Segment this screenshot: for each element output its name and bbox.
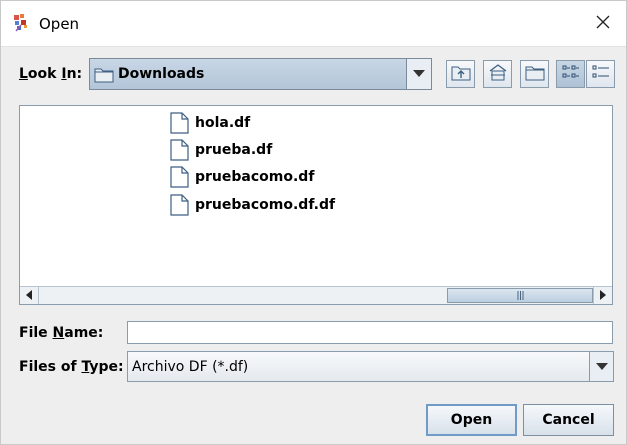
file-name: hola.df xyxy=(195,115,251,131)
look-in-combo[interactable]: Downloads xyxy=(89,58,432,90)
home-icon xyxy=(488,63,508,85)
scroll-left-button[interactable] xyxy=(20,287,39,304)
file-icon xyxy=(170,112,189,134)
new-folder-icon xyxy=(525,64,545,85)
scroll-right-button[interactable] xyxy=(593,287,612,304)
list-view-button[interactable] xyxy=(556,60,585,88)
file-name: pruebacomo.df xyxy=(195,169,315,185)
file-icon xyxy=(170,139,189,161)
close-button[interactable] xyxy=(580,1,626,46)
open-dialog: Open Look In: Downloads hola.df prueba.d… xyxy=(0,0,627,445)
files-of-type-dropdown-button[interactable] xyxy=(589,352,613,381)
chevron-down-icon xyxy=(413,66,425,82)
list-item[interactable]: pruebacomo.df.df xyxy=(170,194,335,216)
chevron-down-icon xyxy=(595,359,608,375)
java-app-icon xyxy=(13,13,33,33)
horizontal-scrollbar[interactable] xyxy=(20,286,612,304)
arrow-right-icon xyxy=(600,288,606,304)
look-in-value: Downloads xyxy=(118,66,205,82)
look-in-dropdown-button[interactable] xyxy=(406,59,431,89)
details-view-icon xyxy=(592,64,610,84)
files-of-type-value: Archivo DF (*.df) xyxy=(132,359,249,375)
home-button[interactable] xyxy=(483,60,512,88)
files-of-type-combo[interactable]: Archivo DF (*.df) xyxy=(127,351,614,382)
folder-icon xyxy=(94,66,114,83)
look-in-label: Look In: xyxy=(19,66,83,82)
arrow-left-icon xyxy=(26,288,32,304)
up-one-level-button[interactable] xyxy=(446,60,475,88)
grip-icon xyxy=(517,288,524,304)
file-name: prueba.df xyxy=(195,142,273,158)
new-folder-button[interactable] xyxy=(520,60,549,88)
file-name-label: File Name: xyxy=(19,325,104,341)
files-of-type-label: Files of Type: xyxy=(19,359,124,375)
file-list[interactable]: hola.df prueba.df pruebacomo.df pruebaco… xyxy=(19,105,613,305)
file-name-input[interactable] xyxy=(127,321,613,344)
file-name: pruebacomo.df.df xyxy=(195,197,336,213)
close-icon xyxy=(596,15,610,33)
details-view-button[interactable] xyxy=(586,60,615,88)
file-icon xyxy=(170,194,189,216)
list-item[interactable]: hola.df xyxy=(170,112,250,134)
window-title: Open xyxy=(39,15,80,33)
cancel-button[interactable]: Cancel xyxy=(523,404,614,436)
list-item[interactable]: prueba.df xyxy=(170,139,272,161)
title-bar: Open xyxy=(1,1,626,47)
file-icon xyxy=(170,166,189,188)
list-view-icon xyxy=(562,64,580,84)
open-button[interactable]: Open xyxy=(426,404,517,436)
list-item[interactable]: pruebacomo.df xyxy=(170,166,314,188)
up-one-level-icon xyxy=(451,64,471,85)
scrollbar-thumb[interactable] xyxy=(447,288,593,303)
